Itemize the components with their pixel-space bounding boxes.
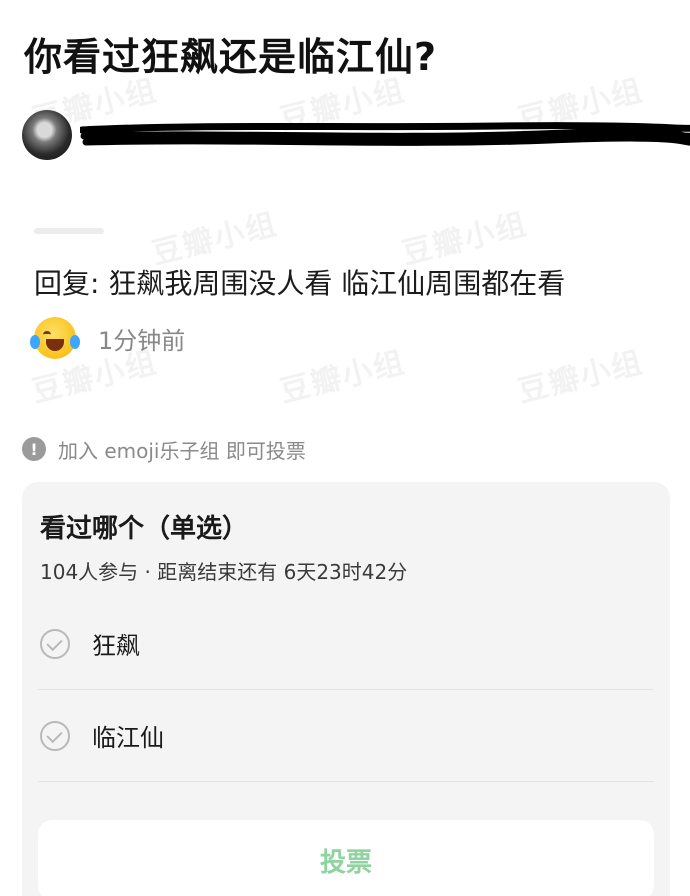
poll-option-label: 狂飙	[92, 632, 140, 660]
time-row: 1分钟前	[30, 316, 186, 360]
poll-option-label: 临江仙	[92, 724, 164, 752]
post-title: 你看过狂飙还是临江仙?	[24, 35, 438, 79]
watermark: 豆瓣小组	[276, 344, 410, 410]
redaction-scribble	[80, 122, 690, 146]
reply-text: 回复: 狂飙我周围没人看 临江仙周围都在看	[34, 267, 566, 300]
checkmark-circle-icon	[40, 720, 70, 751]
post-time: 1分钟前	[98, 326, 186, 355]
poll-meta: 104人参与 · 距离结束还有 6天23时42分	[40, 560, 408, 584]
poll-option[interactable]: 狂飙	[38, 598, 654, 690]
poll-card: 看过哪个（单选） 104人参与 · 距离结束还有 6天23时42分 狂飙 临江仙…	[22, 482, 670, 896]
avatar[interactable]	[22, 110, 72, 160]
exclamation-icon: !	[22, 437, 46, 461]
author-row	[20, 108, 690, 168]
poll-notice: ! 加入 emoji乐子组 即可投票	[22, 434, 306, 464]
laughing-crying-emoji-icon	[30, 317, 80, 359]
watermark: 豆瓣小组	[514, 344, 648, 410]
redacted-line	[34, 228, 104, 234]
vote-button[interactable]: 投票	[38, 820, 654, 896]
notice-text: 加入 emoji乐子组 即可投票	[58, 438, 306, 463]
poll-option[interactable]: 临江仙	[38, 690, 654, 782]
checkmark-circle-icon	[40, 628, 70, 659]
poll-title: 看过哪个（单选）	[40, 514, 249, 544]
